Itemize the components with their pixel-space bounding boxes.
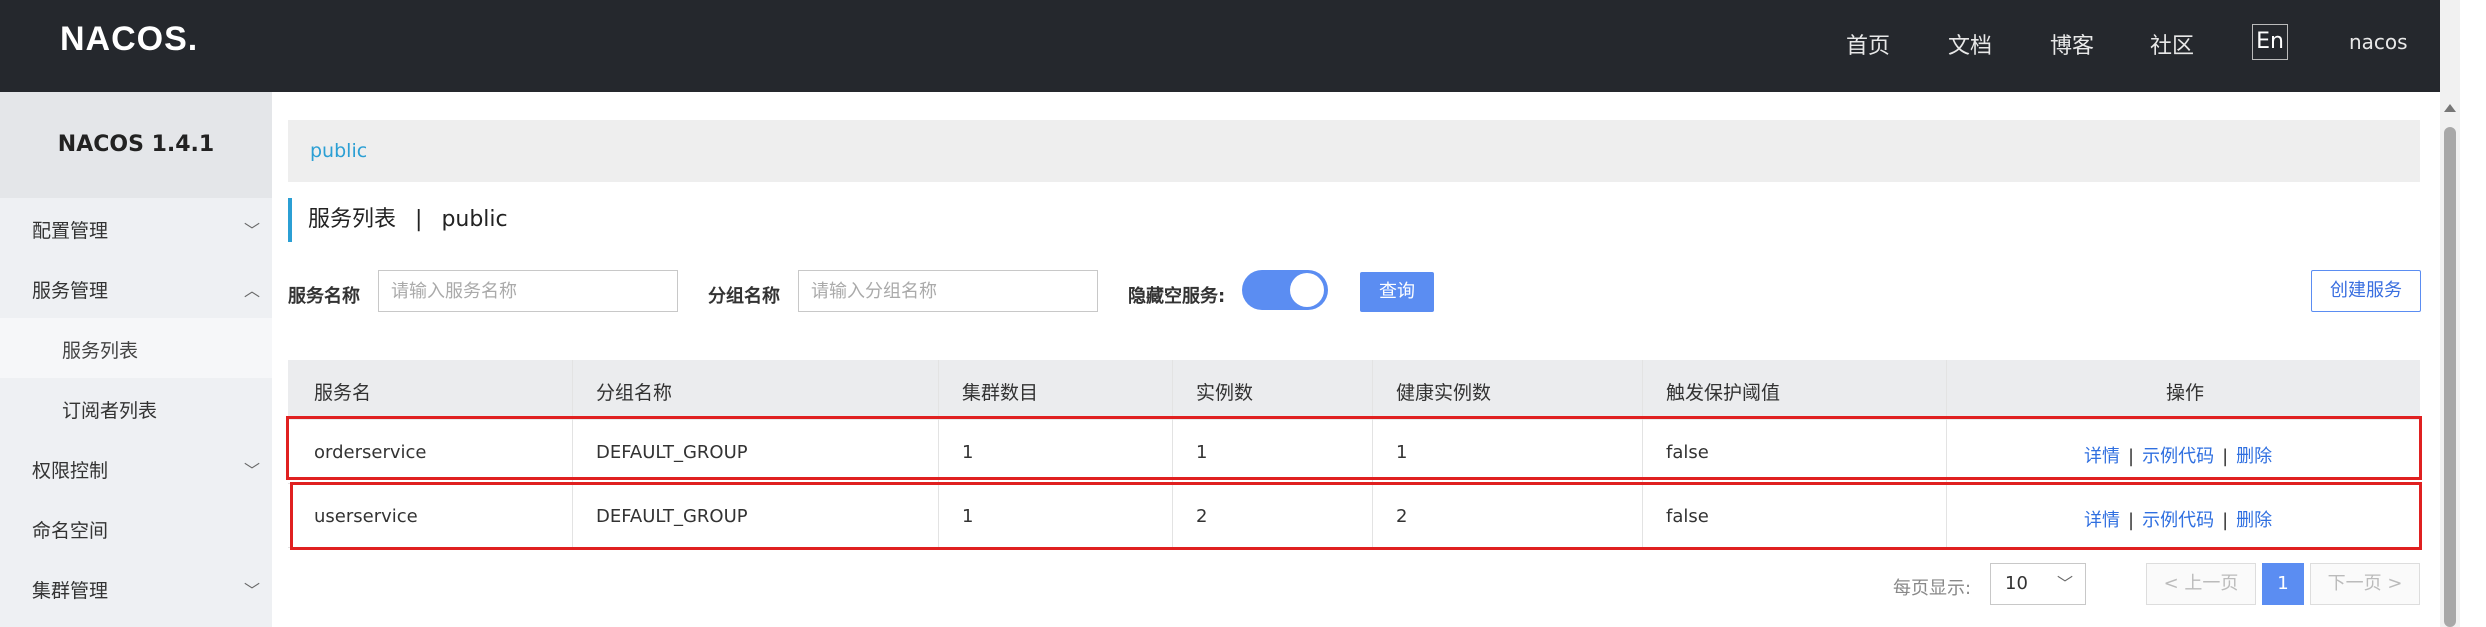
sidebar-item-label: 配置管理 xyxy=(32,220,109,242)
sidebar-item-config[interactable]: 配置管理 ﹀ xyxy=(0,198,272,258)
col-instance-count: 实例数 xyxy=(1196,382,1254,404)
chevron-down-icon: ﹀ xyxy=(244,581,261,600)
sidebar-item-cluster[interactable]: 集群管理 ﹀ xyxy=(0,558,272,618)
sidebar-item-service[interactable]: 服务管理 ︿ xyxy=(0,258,272,318)
sidebar-item-label: 集群管理 xyxy=(32,580,109,602)
chevron-right-icon: > xyxy=(2381,573,2403,594)
sidebar-item-subscribers[interactable]: 订阅者列表 xyxy=(0,378,272,438)
col-cluster-count: 集群数目 xyxy=(962,382,1039,404)
service-name-input[interactable] xyxy=(378,270,678,312)
chevron-down-icon: ﹀ xyxy=(2057,574,2074,593)
chevron-down-icon: ﹀ xyxy=(244,461,261,480)
nav-home[interactable]: 首页 xyxy=(1846,28,1890,60)
page-size-value: 10 xyxy=(2005,573,2028,594)
next-page-label: 下一页 xyxy=(2327,573,2382,594)
chevron-up-icon: ︿ xyxy=(244,281,261,300)
sidebar-item-auth[interactable]: 权限控制 ﹀ xyxy=(0,438,272,498)
col-group-name: 分组名称 xyxy=(596,382,673,404)
scroll-up-arrow-icon[interactable] xyxy=(2444,104,2456,112)
hide-empty-toggle[interactable] xyxy=(1242,270,1328,310)
chevron-down-icon: ﹀ xyxy=(244,221,261,240)
sidebar-item-label: 服务列表 xyxy=(62,340,139,362)
page-number-current[interactable]: 1 xyxy=(2262,563,2304,605)
highlight-box xyxy=(290,482,2422,550)
query-button[interactable]: 查询 xyxy=(1360,272,1434,312)
user-menu[interactable]: nacos xyxy=(2349,30,2408,54)
table-header: 服务名 分组名称 集群数目 实例数 健康实例数 触发保护阈值 操作 xyxy=(288,360,2420,420)
sidebar-version-title: NACOS 1.4.1 xyxy=(0,92,272,198)
hide-empty-label: 隐藏空服务: xyxy=(1128,286,1226,307)
language-toggle-button[interactable]: En xyxy=(2252,24,2288,60)
sidebar-item-label: 服务管理 xyxy=(32,280,109,302)
sidebar: NACOS 1.4.1 配置管理 ﹀ 服务管理 ︿ 服务列表 订阅者列表 权限控… xyxy=(0,92,272,627)
col-service-name: 服务名 xyxy=(314,382,372,404)
page-title-namespace: public xyxy=(441,207,508,232)
top-header: NACOS. 首页 文档 博客 社区 En nacos xyxy=(0,0,2460,92)
scrollbar-thumb[interactable] xyxy=(2444,127,2456,627)
page-title-text: 服务列表 xyxy=(308,207,397,232)
next-page-button[interactable]: 下一页 > xyxy=(2310,563,2420,605)
sidebar-item-service-list[interactable]: 服务列表 xyxy=(0,318,272,378)
service-name-label: 服务名称 xyxy=(288,286,360,307)
namespace-bar: public xyxy=(288,120,2420,182)
col-operations: 操作 xyxy=(2166,382,2205,404)
nav-blog[interactable]: 博客 xyxy=(2050,28,2094,60)
page-size-select[interactable]: 10 ﹀ xyxy=(1990,563,2086,605)
sidebar-item-namespace[interactable]: 命名空间 xyxy=(0,498,272,558)
window-edge xyxy=(2460,0,2486,627)
group-name-label: 分组名称 xyxy=(708,286,780,307)
col-healthy-count: 健康实例数 xyxy=(1396,382,1492,404)
nav-docs[interactable]: 文档 xyxy=(1948,28,1992,60)
nav-community[interactable]: 社区 xyxy=(2150,28,2194,60)
create-service-button[interactable]: 创建服务 xyxy=(2311,270,2421,312)
col-protect-threshold: 触发保护阈值 xyxy=(1666,382,1781,404)
nacos-logo[interactable]: NACOS. xyxy=(60,20,198,59)
prev-page-label: 上一页 xyxy=(2184,573,2239,594)
namespace-link-public[interactable]: public xyxy=(310,140,367,162)
chevron-left-icon: < xyxy=(2163,573,2185,594)
sidebar-item-label: 订阅者列表 xyxy=(62,400,158,422)
sidebar-item-label: 命名空间 xyxy=(32,520,109,542)
title-separator: | xyxy=(415,207,423,232)
prev-page-button[interactable]: < 上一页 xyxy=(2146,563,2256,605)
group-name-input[interactable] xyxy=(798,270,1098,312)
toggle-knob xyxy=(1290,273,1324,307)
page-size-label: 每页显示: xyxy=(1893,578,1972,599)
page-title: 服务列表 | public xyxy=(288,198,508,242)
highlight-box xyxy=(286,416,2422,480)
sidebar-item-label: 权限控制 xyxy=(32,460,109,482)
